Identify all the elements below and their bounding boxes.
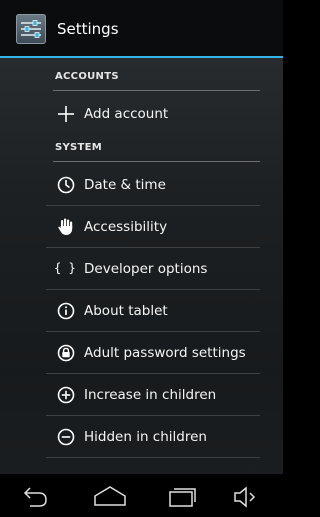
back-button[interactable] <box>8 474 64 517</box>
settings-screen: Settings ACCOUNTS Add account SYSTEM Dat… <box>0 0 283 517</box>
list-item-label: Increase in children <box>84 387 217 403</box>
page-title: Settings <box>57 20 119 38</box>
list-item-accessibility[interactable]: Accessibility <box>46 206 260 248</box>
list-item-add-account[interactable]: Add account <box>46 93 260 135</box>
list-item-label: About tablet <box>84 303 168 319</box>
settings-sliders-icon[interactable] <box>16 14 46 44</box>
section-divider <box>53 161 260 162</box>
list-item-date-time[interactable]: Date & time <box>46 164 260 206</box>
home-icon <box>94 486 126 506</box>
section-header-accounts: ACCOUNTS <box>53 63 260 91</box>
list-item-label: Accessibility <box>84 219 168 235</box>
recent-apps-button[interactable] <box>154 474 210 517</box>
list-item-label: Date & time <box>84 177 166 193</box>
action-bar-accent-line <box>0 56 283 58</box>
braces-icon: { } <box>54 261 76 275</box>
info-icon <box>56 301 76 321</box>
list-item-label: Hidden in children <box>84 429 207 445</box>
lock-icon <box>56 343 76 363</box>
plus-circle-icon <box>56 385 76 405</box>
back-icon <box>23 487 47 507</box>
volume-icon <box>234 486 256 508</box>
section-divider <box>53 90 260 91</box>
navigation-bar <box>0 474 283 517</box>
list-item-hidden-in-children[interactable]: Hidden in children <box>46 416 260 458</box>
section-header-label: SYSTEM <box>55 142 103 153</box>
volume-button[interactable] <box>220 474 276 517</box>
list-item-developer-options[interactable]: { } Developer options <box>46 248 260 290</box>
home-button[interactable] <box>82 474 138 517</box>
list-item-label: Adult password settings <box>84 345 246 361</box>
section-header-system: SYSTEM <box>53 134 260 162</box>
list-item-label: Add account <box>84 106 169 122</box>
list-divider <box>46 457 260 458</box>
list-item-about-tablet[interactable]: About tablet <box>46 290 260 332</box>
minus-circle-icon <box>56 427 76 447</box>
section-header-label: ACCOUNTS <box>55 71 119 82</box>
recent-apps-icon <box>169 488 196 507</box>
list-item-adult-password-settings[interactable]: Adult password settings <box>46 332 260 374</box>
action-bar: Settings <box>0 0 283 58</box>
clock-icon <box>56 175 76 195</box>
hand-icon <box>56 217 76 237</box>
list-item-increase-in-children[interactable]: Increase in children <box>46 374 260 416</box>
list-item-label: Developer options <box>84 261 208 277</box>
plus-icon <box>56 104 76 124</box>
